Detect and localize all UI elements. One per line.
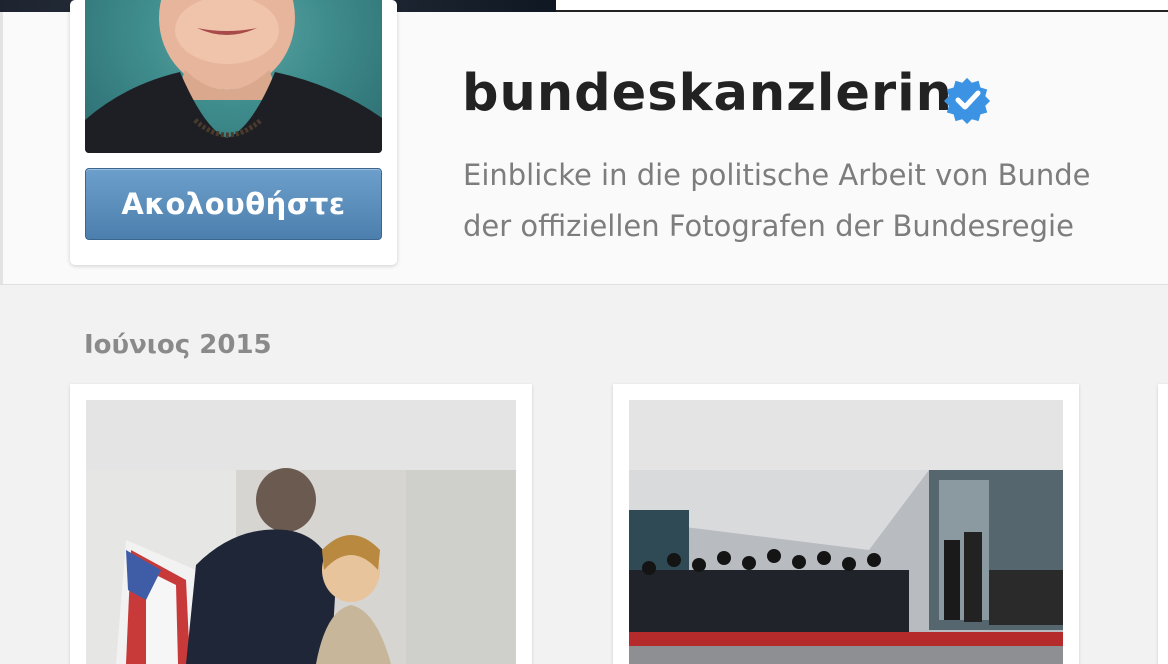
post-photo[interactable]	[86, 400, 516, 664]
avatar[interactable]	[85, 0, 382, 153]
photo-image	[629, 400, 1063, 664]
post-card[interactable]	[70, 384, 532, 664]
profile-username: bundeskanzlerin	[462, 64, 953, 123]
profile-bio: Einblicke in die politische Arbeit von B…	[463, 150, 1168, 252]
avatar-photo	[85, 0, 382, 153]
month-heading: Ιούνιος 2015	[84, 330, 272, 360]
bio-line: der offiziellen Fotografen der Bundesreg…	[463, 209, 1074, 243]
post-card[interactable]	[613, 384, 1079, 664]
follow-button[interactable]: Ακολουθήστε	[85, 168, 382, 240]
bio-line: Einblicke in die politische Arbeit von B…	[463, 158, 1091, 192]
photo-image	[86, 400, 516, 664]
browser-edge	[556, 0, 1168, 12]
verified-badge-icon	[944, 77, 991, 124]
profile-header: Ακολουθήστε bundeskanzlerin Einblicke in…	[0, 0, 1168, 285]
avatar-card: Ακολουθήστε	[70, 0, 397, 265]
post-card[interactable]	[1158, 384, 1168, 664]
post-photo[interactable]	[629, 400, 1063, 664]
header-edge	[0, 12, 3, 284]
